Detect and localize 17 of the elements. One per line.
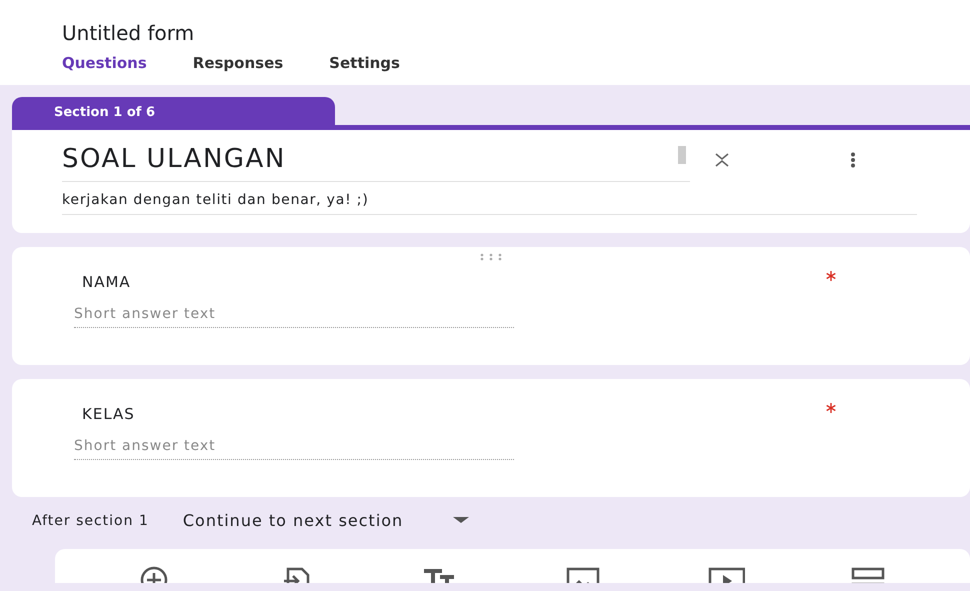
answer-field[interactable]: Short answer text <box>74 294 514 328</box>
question-title[interactable]: NAMA <box>82 271 970 294</box>
next-section-dropdown[interactable]: Continue to next section <box>182 509 470 533</box>
section-description[interactable]: kerjakan dengan teliti dan benar, ya! ;) <box>62 182 917 215</box>
question-title[interactable]: KELAS <box>82 403 970 426</box>
form-tab[interactable]: Settings <box>329 52 400 74</box>
more-options-icon[interactable] <box>850 152 856 168</box>
drag-handle-icon[interactable] <box>480 253 502 261</box>
after-section-label: After section 1 <box>32 512 149 530</box>
collapse-icon[interactable] <box>714 152 730 168</box>
form-tab[interactable]: Questions <box>62 52 147 74</box>
answer-field[interactable]: Short answer text <box>74 426 514 460</box>
form-title: Untitled form <box>62 20 196 46</box>
scrollbar-thumb-icon <box>678 146 686 164</box>
section-tab[interactable]: Section 1 of 6 <box>12 97 335 125</box>
dropdown-caret-icon <box>453 517 470 525</box>
form-tab[interactable]: Responses <box>192 52 284 74</box>
